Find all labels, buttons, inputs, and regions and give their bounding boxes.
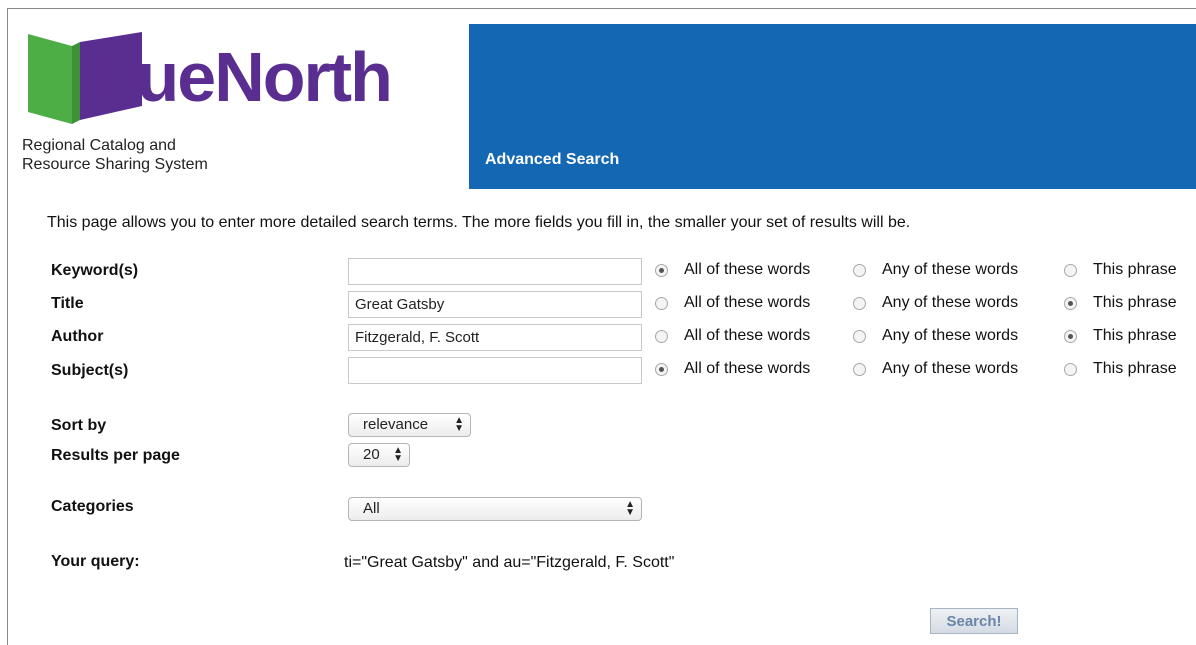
subject-all-words-option[interactable]: All of these words	[655, 360, 810, 378]
option-label: Any of these words	[882, 360, 1019, 377]
select-arrows-icon: ▲ ▼	[393, 445, 403, 464]
option-label: This phrase	[1093, 360, 1177, 377]
radio-button[interactable]	[1064, 329, 1077, 343]
radio-button[interactable]	[655, 362, 668, 376]
tagline-line2: Resource Sharing System	[22, 156, 208, 173]
subject-phrase-option[interactable]: This phrase	[1064, 360, 1177, 378]
logo-wordmark: DueNorth	[88, 42, 393, 112]
query-value: ti="Great Gatsby" and au="Fitzgerald, F.…	[344, 554, 675, 571]
radio-button[interactable]	[1064, 296, 1077, 310]
option-label: All of these words	[684, 294, 811, 311]
search-button[interactable]: Search!	[930, 608, 1018, 634]
header: DueNorth Regional Catalog and Resource S…	[8, 22, 1196, 190]
tagline-line1: Regional Catalog and	[22, 137, 176, 154]
subject-any-words-option[interactable]: Any of these words	[853, 360, 1018, 378]
radio-button[interactable]	[853, 263, 866, 277]
author-any-words-option[interactable]: Any of these words	[853, 327, 1018, 345]
option-label: This phrase	[1093, 294, 1177, 311]
select-arrows-icon: ▲ ▼	[454, 415, 464, 434]
tagline: Regional Catalog and Resource Sharing Sy…	[22, 136, 208, 174]
logo-area: DueNorth Regional Catalog and Resource S…	[8, 22, 468, 190]
option-label: All of these words	[684, 360, 811, 377]
title-input[interactable]	[348, 291, 642, 318]
option-label: All of these words	[684, 327, 811, 344]
title-label: Title	[51, 295, 84, 312]
radio-button[interactable]	[853, 296, 866, 310]
keyword-phrase-option[interactable]: This phrase	[1064, 261, 1177, 279]
radio-button[interactable]	[1064, 263, 1077, 277]
author-all-words-option[interactable]: All of these words	[655, 327, 810, 345]
page-title: Advanced Search	[485, 151, 620, 168]
option-label: Any of these words	[882, 261, 1019, 278]
radio-button[interactable]	[655, 263, 668, 277]
radio-button[interactable]	[655, 296, 668, 310]
categories-label: Categories	[51, 498, 134, 515]
radio-button[interactable]	[1064, 362, 1077, 376]
sort-value: relevance	[363, 416, 429, 433]
option-label: Any of these words	[882, 327, 1019, 344]
option-label: Any of these words	[882, 294, 1019, 311]
categories-value: All	[363, 500, 380, 517]
title-all-words-option[interactable]: All of these words	[655, 294, 810, 312]
logo-text: DueNorth	[88, 38, 393, 116]
per-page-value: 20	[363, 446, 380, 463]
sort-select[interactable]: relevance ▲ ▼	[348, 413, 471, 437]
keyword-input[interactable]	[348, 258, 642, 285]
author-input[interactable]	[348, 324, 642, 351]
per-page-label: Results per page	[51, 447, 180, 464]
subject-label: Subject(s)	[51, 362, 129, 379]
radio-button[interactable]	[853, 362, 866, 376]
option-label: This phrase	[1093, 261, 1177, 278]
keyword-label: Keyword(s)	[51, 262, 139, 279]
banner: Advanced Search	[469, 24, 1196, 189]
option-label: This phrase	[1093, 327, 1177, 344]
author-phrase-option[interactable]: This phrase	[1064, 327, 1177, 345]
categories-select[interactable]: All ▲ ▼	[348, 497, 642, 521]
option-label: All of these words	[684, 261, 811, 278]
radio-button[interactable]	[655, 329, 668, 343]
keyword-all-words-option[interactable]: All of these words	[655, 261, 810, 279]
query-label: Your query:	[51, 553, 140, 570]
keyword-any-words-option[interactable]: Any of these words	[853, 261, 1018, 279]
select-arrows-icon: ▲ ▼	[625, 499, 635, 518]
title-any-words-option[interactable]: Any of these words	[853, 294, 1018, 312]
author-label: Author	[51, 328, 104, 345]
title-phrase-option[interactable]: This phrase	[1064, 294, 1177, 312]
radio-button[interactable]	[853, 329, 866, 343]
subject-input[interactable]	[348, 357, 642, 384]
sort-label: Sort by	[51, 417, 107, 434]
intro-text: This page allows you to enter more detai…	[47, 214, 911, 231]
per-page-select[interactable]: 20 ▲ ▼	[348, 443, 410, 467]
